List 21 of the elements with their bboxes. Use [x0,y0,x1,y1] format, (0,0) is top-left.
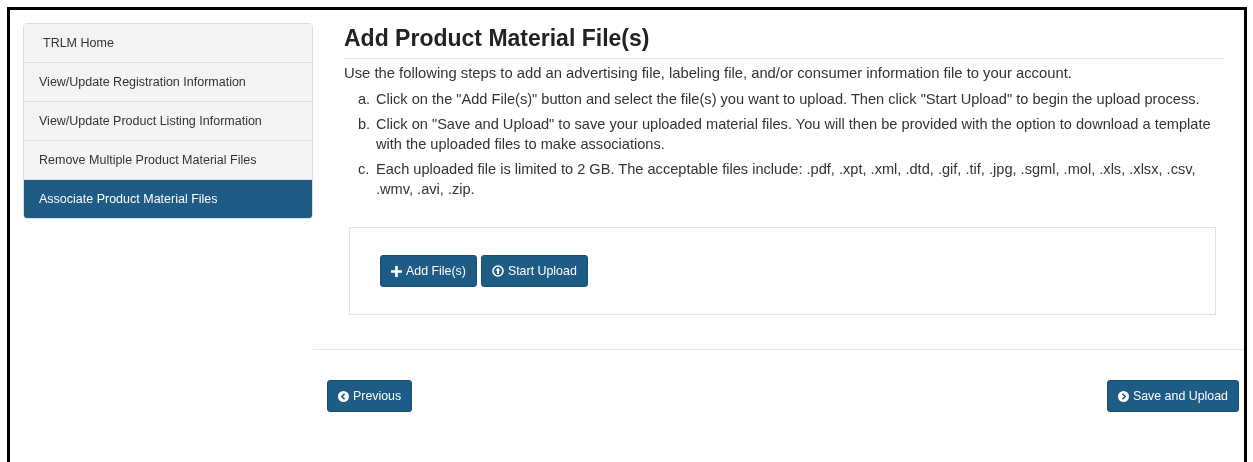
upload-action-button[interactable]: Add File(s) [380,255,477,287]
step-text: Each uploaded file is limited to 2 GB. The acceptable files include: .pdf, .xpt, .xml, .dtd, .gif, .tif, .jpg, .sgml, .mol, .xls, .xlsx, .csv, .wmv, .avi, .zip. [376,160,1197,199]
upload-action-button[interactable]: Start Upload [480,255,588,287]
right-chevron-circle-icon [1117,390,1129,402]
nav-button[interactable]: Save and Upload [1106,380,1239,412]
page-title: Add Product Material File(s) [344,25,651,52]
sidebar-item[interactable]: Remove Multiple Product Material Files [24,141,312,180]
sidebar-item[interactable]: TRLM Home [24,24,312,63]
sidebar-item[interactable]: View/Update Registration Information [24,63,312,102]
nav-button[interactable]: Previous [327,380,413,412]
step-text: Click on "Save and Upload" to save your uploaded material files. You will then be provided with the option to download a template with the uploaded files to make associations. [376,115,1212,154]
plus-icon [391,265,402,277]
sidebar-item[interactable]: View/Update Product Listing Information [24,102,312,141]
sidebar-item[interactable]: Associate Product Material Files [24,180,312,218]
left-chevron-circle-icon [338,390,349,402]
step-marker: b. [358,115,372,134]
step-marker: c. [358,160,371,179]
upload-icon [491,265,504,277]
step-marker: a. [358,90,372,109]
intro-text: Use the following steps to add an advertising file, labeling file, and/or consumer information file to your account. [344,65,1073,81]
step-text: Click on the "Add File(s)" button and select the file(s) you want to upload. Then click "Start Upload" to begin the upload process. [376,90,1200,109]
